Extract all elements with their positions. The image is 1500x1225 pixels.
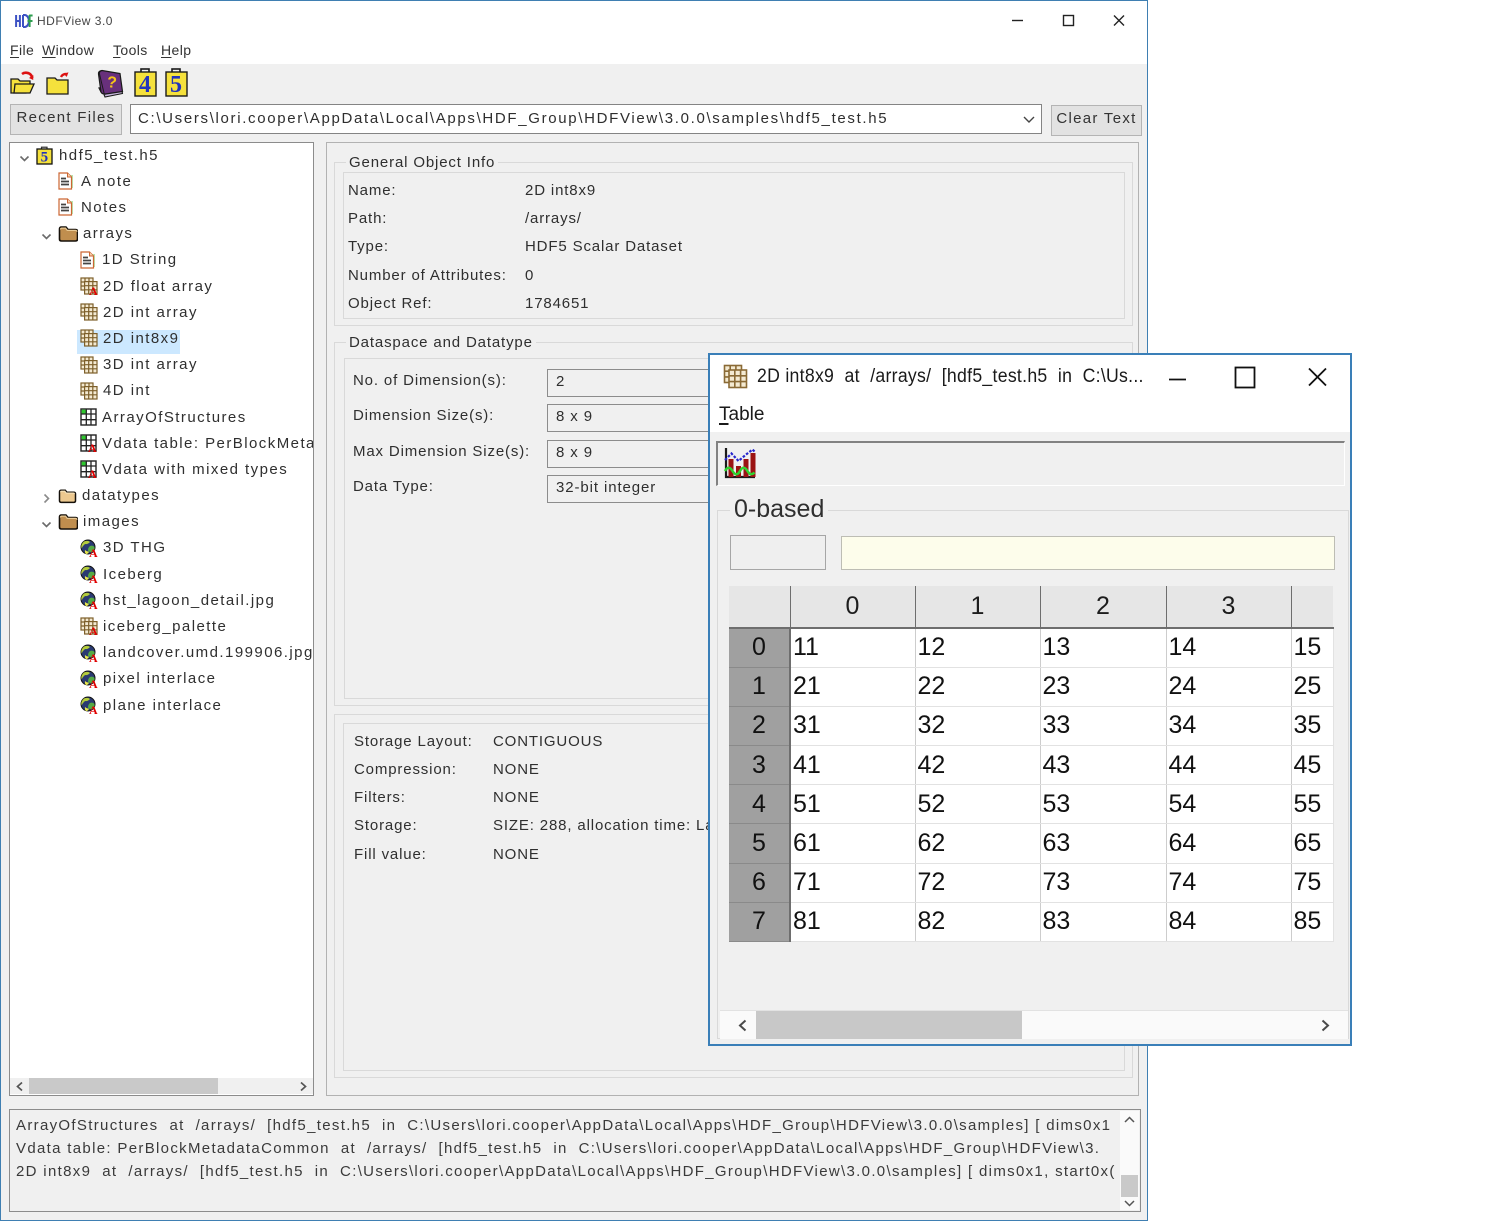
svg-text:A: A (89, 677, 98, 688)
svg-text:A: A (88, 441, 97, 452)
svg-text:A: A (89, 546, 98, 557)
svg-text:A: A (89, 598, 98, 609)
svg-text:A: A (89, 284, 98, 295)
svg-text:5: 5 (170, 72, 182, 98)
svg-text:5: 5 (41, 150, 49, 165)
svg-text:?: ? (106, 74, 117, 92)
svg-text:4: 4 (139, 72, 151, 98)
svg-text:A: A (89, 624, 98, 635)
svg-text:A: A (88, 467, 97, 478)
svg-text:A: A (89, 651, 98, 662)
svg-text:A: A (89, 703, 98, 714)
svg-text:A: A (89, 572, 98, 583)
